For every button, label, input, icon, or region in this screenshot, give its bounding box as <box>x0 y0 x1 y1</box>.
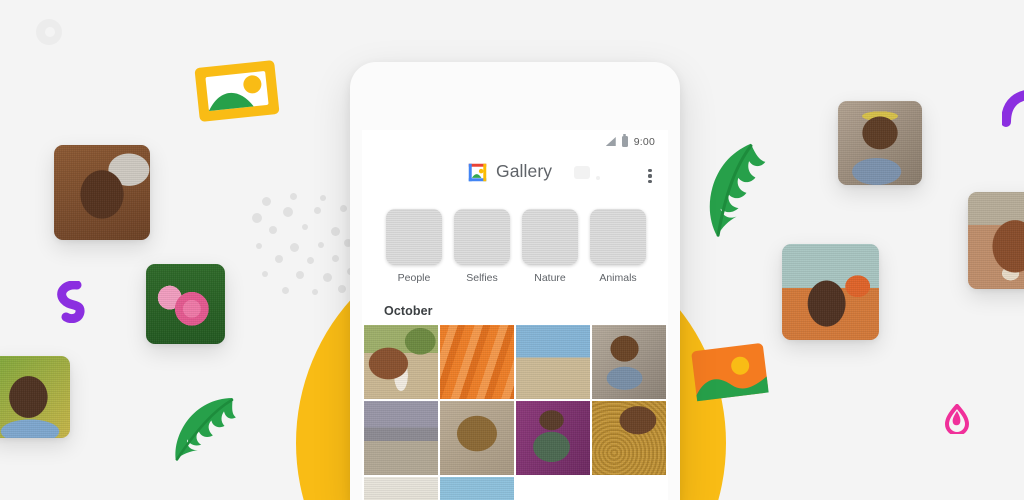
photo-grid <box>362 325 668 500</box>
battery-icon <box>621 134 628 147</box>
grid-photo[interactable] <box>440 401 514 475</box>
category-item-selfies[interactable]: Selfies <box>454 209 510 284</box>
category-item-nature[interactable]: Nature <box>522 209 578 284</box>
section-header-october: October <box>384 304 433 318</box>
grid-photo[interactable] <box>516 325 590 399</box>
leaf-illustration <box>709 143 766 237</box>
status-bar: 9:00 <box>362 130 668 153</box>
phone-screen: 9:00 Gallery People Selfies Nature Anima… <box>362 130 668 500</box>
category-label: Animals <box>599 272 637 284</box>
grid-photo[interactable] <box>440 325 514 399</box>
grid-photo[interactable] <box>364 401 438 475</box>
photo-cow[interactable] <box>968 192 1024 289</box>
grid-photo[interactable] <box>440 477 514 500</box>
photo-older-woman[interactable] <box>838 101 922 185</box>
category-label: People <box>397 272 431 284</box>
status-bar-time: 9:00 <box>633 135 655 148</box>
app-title: Gallery <box>496 161 553 181</box>
photo-man-glasses[interactable] <box>0 356 70 438</box>
overflow-menu-icon[interactable] <box>642 165 658 187</box>
phone-bezel-top <box>350 62 680 130</box>
grid-photo[interactable] <box>592 325 666 399</box>
grid-photo[interactable] <box>364 477 438 500</box>
photo-child[interactable] <box>54 145 150 240</box>
grid-photo[interactable] <box>516 401 590 475</box>
gallery-logo-icon <box>468 163 487 182</box>
category-label: Nature <box>534 272 566 284</box>
search-placeholder-block <box>574 166 590 179</box>
category-item-people[interactable]: People <box>386 209 442 284</box>
squiggle-shape <box>57 281 85 323</box>
photo-illustration <box>691 343 769 402</box>
ring-shape <box>36 19 62 45</box>
signal-icon <box>605 137 616 146</box>
decorative-dot <box>596 176 600 180</box>
app-bar: Gallery <box>362 153 668 200</box>
grid-photo[interactable] <box>364 325 438 399</box>
droplet-shape <box>944 404 970 434</box>
phone-device: 9:00 Gallery People Selfies Nature Anima… <box>350 62 680 500</box>
dot-pattern <box>252 193 362 308</box>
category-thumbnail <box>386 209 442 265</box>
photo-illustration <box>194 60 280 122</box>
category-row: People Selfies Nature Animals <box>362 200 668 284</box>
arc-shape <box>1002 90 1024 127</box>
grid-photo[interactable] <box>592 401 666 475</box>
category-thumbnail <box>522 209 578 265</box>
category-thumbnail <box>454 209 510 265</box>
category-thumbnail <box>590 209 646 265</box>
leaf-illustration <box>175 397 236 461</box>
category-label: Selfies <box>466 272 498 284</box>
photo-girl[interactable] <box>782 244 879 340</box>
photo-pink-flowers[interactable] <box>146 264 225 344</box>
category-item-animals[interactable]: Animals <box>590 209 646 284</box>
promo-scene: 9:00 Gallery People Selfies Nature Anima… <box>0 0 1024 500</box>
